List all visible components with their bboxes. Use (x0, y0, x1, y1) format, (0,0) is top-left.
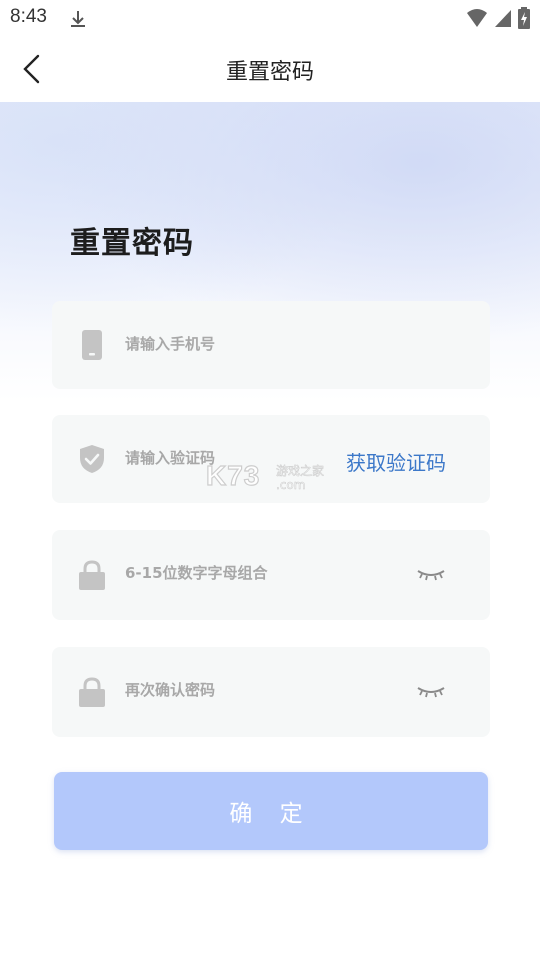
password-field[interactable]: 6-15位数字字母组合 (52, 530, 490, 620)
verification-code-placeholder: 请输入验证码 (125, 449, 216, 467)
phone-placeholder: 请输入手机号 (125, 335, 216, 353)
phone-field[interactable]: 请输入手机号 (52, 301, 490, 389)
confirm-password-field[interactable]: 再次确认密码 (52, 647, 490, 737)
watermark-k73: K73 (205, 459, 261, 491)
eye-closed-icon[interactable] (416, 568, 446, 582)
password-placeholder: 6-15位数字字母组合 (125, 564, 268, 582)
watermark-sub: 游戏之家 .com (276, 464, 325, 493)
wifi-icon (467, 9, 487, 27)
nav-bar: 重置密码 (0, 36, 540, 102)
status-icons (466, 7, 530, 29)
watermark-sub-line1: 游戏之家 (276, 464, 325, 479)
get-code-button[interactable]: 获取验证码 (346, 447, 446, 476)
confirm-password-placeholder: 再次确认密码 (125, 681, 216, 699)
lock-icon (79, 560, 105, 590)
shield-check-icon (80, 445, 104, 473)
watermark-sub-line2: .com (276, 478, 306, 493)
confirm-button[interactable]: 确 定 (54, 772, 488, 850)
nav-title: 重置密码 (225, 60, 314, 85)
watermark-logo: K73 游戏之家 .com (205, 459, 336, 494)
signal-icon (495, 10, 511, 27)
status-time: 8:43 (10, 6, 47, 27)
phone-icon (82, 330, 102, 360)
status-bar: 8:43 (0, 0, 540, 36)
page-title: 重置密码 (70, 226, 194, 261)
download-icon (71, 11, 85, 27)
lock-icon (79, 677, 105, 707)
battery-charging-icon (518, 7, 530, 29)
eye-closed-icon[interactable] (416, 685, 446, 699)
